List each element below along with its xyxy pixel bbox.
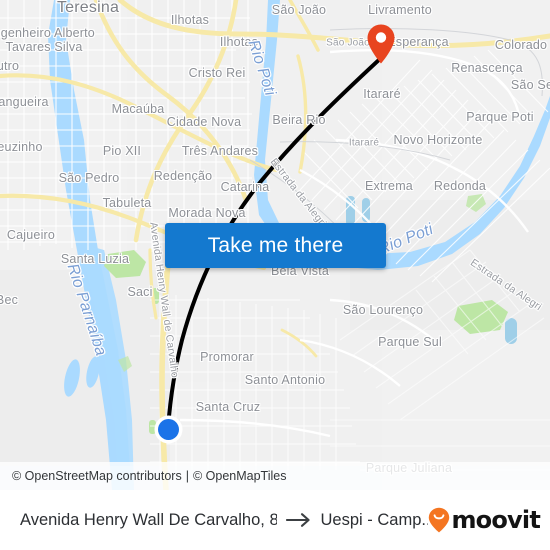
moovit-wordmark: moovit	[451, 506, 540, 534]
map-viewport[interactable]: TeresinaIlhotasSão JoãoLivramentoEngenhe…	[0, 0, 550, 490]
attribution-openmaptiles[interactable]: © OpenMapTiles	[193, 469, 287, 483]
attribution-separator: |	[185, 469, 189, 483]
map-attribution: © OpenStreetMap contributors | © OpenMap…	[0, 462, 550, 490]
take-me-there-button[interactable]: Take me there	[165, 223, 386, 268]
moovit-trip-map-widget: TeresinaIlhotasSão JoãoLivramentoEngenhe…	[0, 0, 550, 550]
trip-origin-label: Avenida Henry Wall De Carvalho, 8...	[20, 510, 277, 529]
moovit-logo[interactable]: moovit	[428, 506, 541, 534]
trip-destination-label: Uespi - Camp...	[320, 510, 429, 529]
trip-footer-bar: Avenida Henry Wall De Carvalho, 8... Ues…	[0, 490, 550, 550]
take-me-there-label: Take me there	[207, 233, 344, 257]
arrow-right-icon	[285, 512, 312, 528]
attribution-osm[interactable]: © OpenStreetMap contributors	[12, 469, 182, 483]
moovit-pin-icon	[428, 507, 450, 533]
origin-dot-icon[interactable]	[153, 414, 184, 445]
trip-summary[interactable]: Avenida Henry Wall De Carvalho, 8... Ues…	[20, 511, 428, 530]
